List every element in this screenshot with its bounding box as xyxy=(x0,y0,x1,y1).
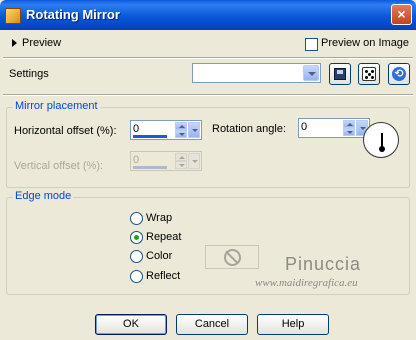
preset-dropdown[interactable] xyxy=(192,63,321,83)
horizontal-offset-stepper[interactable] xyxy=(175,122,187,138)
randomize-button[interactable] xyxy=(358,63,380,85)
radio-reflect-label[interactable]: Reflect xyxy=(146,270,180,282)
edge-color-swatch xyxy=(205,245,259,269)
rotation-angle-value[interactable]: 0 xyxy=(301,121,307,133)
preview-on-image-label[interactable]: Preview on Image xyxy=(321,37,409,49)
edge-mode-title: Edge mode xyxy=(13,190,74,202)
horizontal-offset-slider[interactable] xyxy=(133,135,167,138)
horizontal-offset-dropdown[interactable] xyxy=(188,122,200,138)
decrement-button[interactable] xyxy=(175,130,187,138)
rotation-angle-field[interactable]: 0 xyxy=(298,118,370,138)
dialog-body: Preview Preview on Image Settings ⟲ Mirr… xyxy=(3,30,413,340)
radio-repeat-label[interactable]: Repeat xyxy=(146,231,181,243)
horizontal-offset-label: Horizontal offset (%): xyxy=(14,125,117,137)
app-icon xyxy=(5,8,21,24)
settings-label: Settings xyxy=(9,68,49,80)
radio-wrap[interactable] xyxy=(130,212,143,225)
no-color-icon xyxy=(224,249,241,266)
increment-button[interactable] xyxy=(343,120,355,128)
horizontal-offset-field[interactable]: 0 xyxy=(130,120,202,140)
expand-arrow-icon[interactable] xyxy=(12,39,17,47)
rotation-angle-stepper[interactable] xyxy=(343,120,355,136)
vertical-offset-label: Vertical offset (%): xyxy=(14,160,104,172)
vertical-offset-slider xyxy=(133,166,167,169)
rotation-angle-label: Rotation angle: xyxy=(212,123,286,135)
title-bar: Rotating Mirror × xyxy=(0,0,416,30)
window-title: Rotating Mirror xyxy=(26,7,120,22)
save-preset-button[interactable] xyxy=(329,63,351,85)
vertical-offset-value: 0 xyxy=(133,154,140,166)
cancel-button[interactable]: Cancel xyxy=(176,314,248,335)
separator xyxy=(3,57,413,59)
radio-reflect[interactable] xyxy=(130,270,143,283)
close-button[interactable]: × xyxy=(391,4,412,25)
watermark-name: Pinuccia xyxy=(285,254,362,274)
separator xyxy=(3,94,413,96)
preview-toggle[interactable]: Preview xyxy=(22,37,61,49)
horizontal-offset-value[interactable]: 0 xyxy=(133,123,139,135)
decrement-button[interactable] xyxy=(343,128,355,136)
ok-button[interactable]: OK xyxy=(95,314,167,335)
dial-needle-icon xyxy=(381,133,383,147)
vertical-offset-stepper xyxy=(175,153,187,169)
mirror-placement-title: Mirror placement xyxy=(13,100,100,112)
preview-row: Preview Preview on Image xyxy=(3,30,413,58)
radio-color[interactable] xyxy=(130,250,143,263)
radio-wrap-label[interactable]: Wrap xyxy=(146,212,172,224)
reset-button[interactable]: ⟲ xyxy=(388,63,410,85)
preset-dropdown-button[interactable] xyxy=(303,65,319,81)
preview-on-image-checkbox[interactable] xyxy=(305,38,318,51)
vertical-offset-dropdown xyxy=(188,153,200,169)
radio-repeat[interactable] xyxy=(130,231,143,244)
increment-button[interactable] xyxy=(175,122,187,130)
rotation-dial[interactable] xyxy=(363,122,399,158)
reset-icon: ⟲ xyxy=(392,67,406,81)
vertical-offset-field: 0 xyxy=(130,151,202,171)
save-preset-icon xyxy=(334,68,346,80)
radio-color-label[interactable]: Color xyxy=(146,250,172,262)
chevron-down-icon xyxy=(308,72,316,76)
help-button[interactable]: Help xyxy=(257,314,329,335)
randomize-icon xyxy=(362,67,376,81)
watermark-url: www.maidiregrafica.eu xyxy=(255,277,358,289)
